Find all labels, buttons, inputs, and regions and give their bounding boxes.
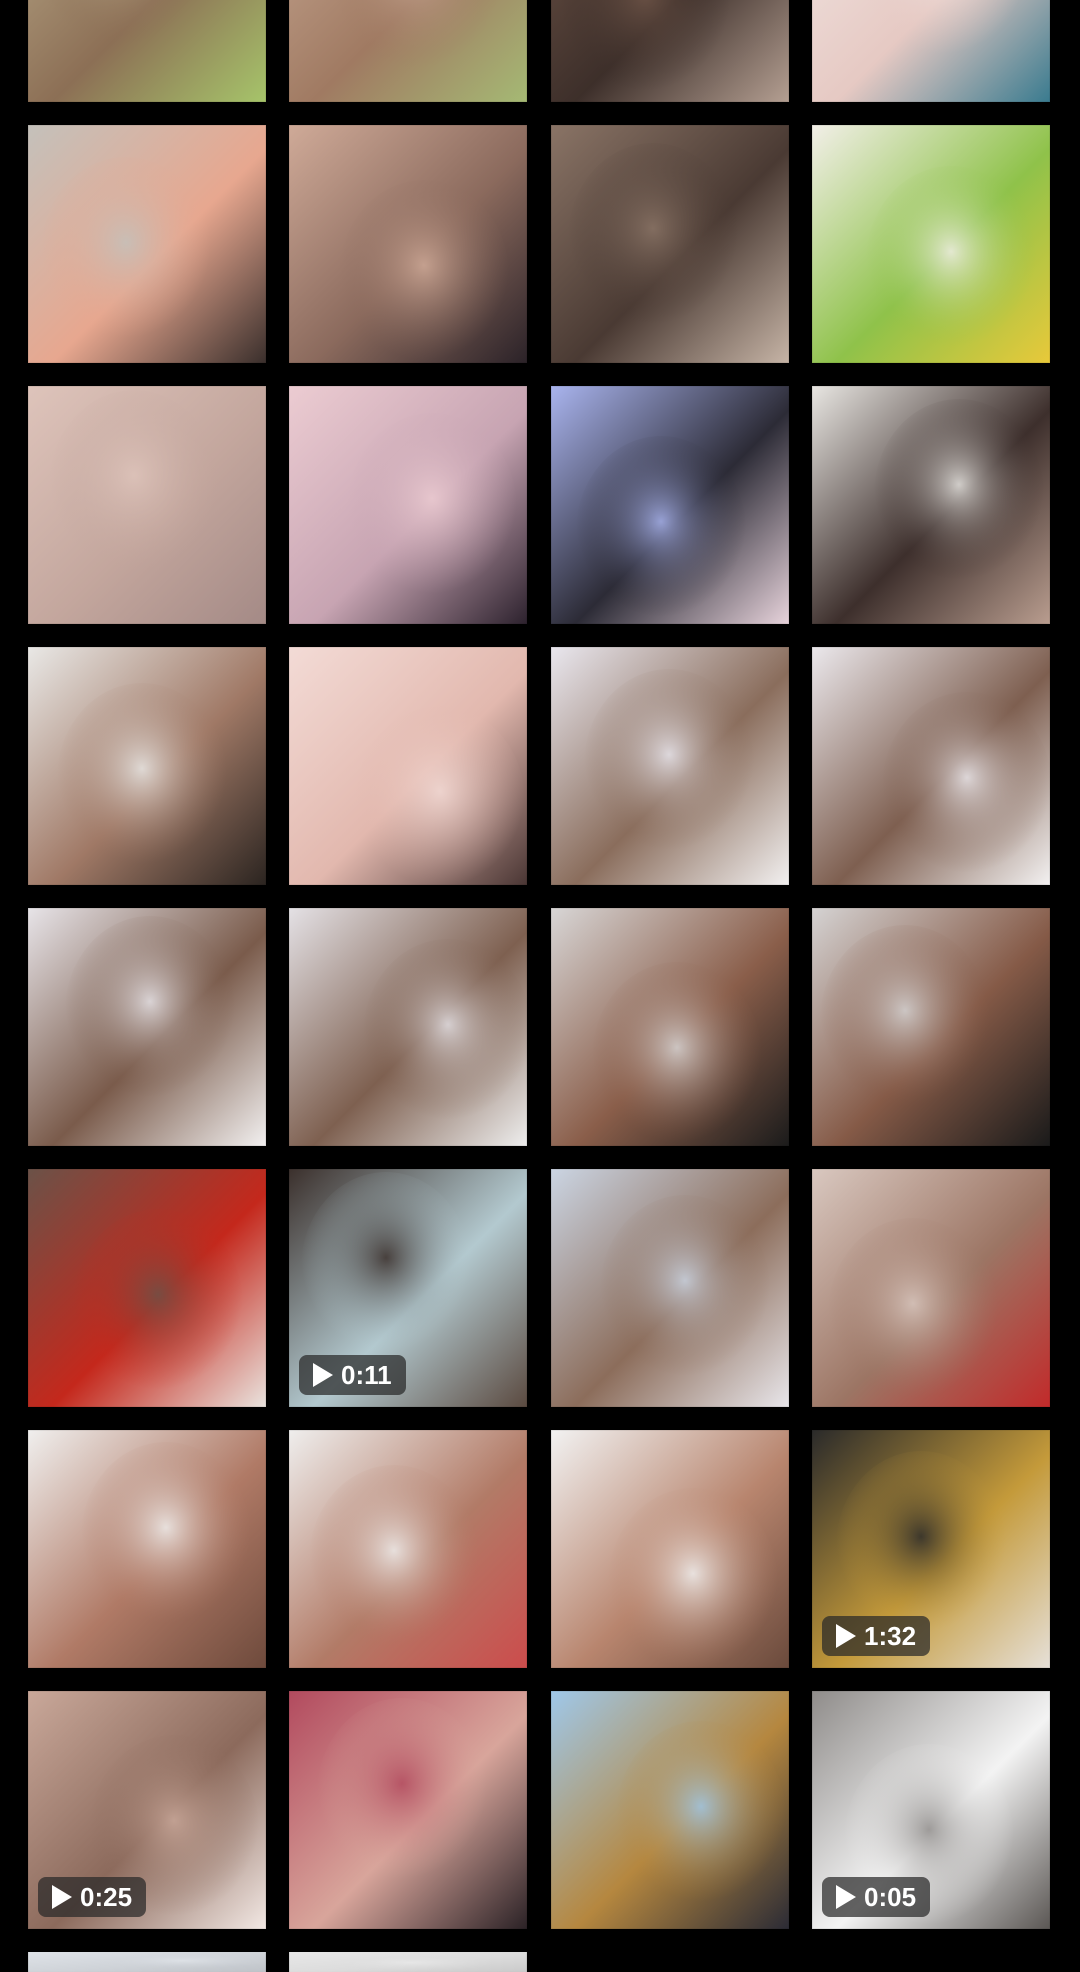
gallery-tile-pair-star-backdrop[interactable] <box>551 647 789 885</box>
play-icon <box>836 1624 856 1648</box>
gallery-tile-partial-tile-2[interactable] <box>289 1952 527 1972</box>
thumbnail-image <box>28 1430 266 1668</box>
thumbnail-image <box>551 1691 789 1929</box>
gallery-tile-close-up-face-dark[interactable] <box>551 0 789 102</box>
thumbnail-image <box>28 125 266 363</box>
thumbnail-image <box>28 1952 266 1972</box>
thumbnail-image <box>289 0 527 102</box>
thumbnail-image <box>289 386 527 624</box>
gallery-tile-pair-silver-curtain[interactable] <box>551 908 789 1146</box>
gallery-tile-girl-under-tin-roof[interactable] <box>28 125 266 363</box>
thumbnail-image <box>812 1169 1050 1407</box>
thumbnail-image <box>812 908 1050 1146</box>
gallery-tile-pair-praying-stars[interactable] <box>812 647 1050 885</box>
thumbnail-image <box>551 1169 789 1407</box>
gallery-tile-hijab-face-tilted-2[interactable] <box>289 1430 527 1668</box>
gallery-tile-camera-mirror-green-wall[interactable] <box>812 125 1050 363</box>
gallery-tile-partial-tile-1[interactable] <box>28 1952 266 1972</box>
gallery-tile-couple-selfie-smile[interactable] <box>812 386 1050 624</box>
gallery-tile-hijab-side-face[interactable] <box>551 1169 789 1407</box>
gallery-tile-helmet-selfie-palm-tree[interactable] <box>551 1691 789 1929</box>
gallery-tile-hijab-smile-tilted[interactable] <box>551 1430 789 1668</box>
video-duration-badge: 0:11 <box>299 1355 406 1395</box>
thumbnail-image <box>28 647 266 885</box>
play-icon <box>52 1885 72 1909</box>
thumbnail-image <box>28 1169 266 1407</box>
gallery-tile-classroom-video[interactable]: 0:11 <box>289 1169 527 1407</box>
thumbnail-image <box>812 125 1050 363</box>
gallery-tile-trio-stars[interactable] <box>289 908 527 1146</box>
thumbnail-image <box>551 908 789 1146</box>
gallery-tile-hijab-face-tilted[interactable] <box>28 1430 266 1668</box>
gallery-tile-girl-long-hair[interactable] <box>289 386 527 624</box>
gallery-tile-hijab-blurry-red[interactable] <box>812 1169 1050 1407</box>
video-duration: 0:11 <box>341 1359 392 1390</box>
thumbnail-image <box>551 0 789 102</box>
video-duration: 1:32 <box>864 1620 917 1651</box>
gallery-tile-blurry-skin-close-up[interactable] <box>28 386 266 624</box>
thumbnail-image <box>28 0 266 102</box>
gallery-tile-pair-stars-2[interactable] <box>28 908 266 1146</box>
thumbnail-image <box>289 125 527 363</box>
gallery-tile-people-sitting-video[interactable]: 1:32 <box>812 1430 1050 1668</box>
play-icon <box>313 1363 333 1387</box>
thumbnail-image <box>551 386 789 624</box>
thumbnail-image <box>289 1430 527 1668</box>
gallery-tile-girl-pout-close-up[interactable] <box>289 647 527 885</box>
thumbnail-image <box>289 908 527 1146</box>
gallery-tile-boy-eyes-close-up-video[interactable]: 0:25 <box>28 1691 266 1929</box>
thumbnail-image <box>551 647 789 885</box>
thumbnail-image <box>28 386 266 624</box>
thumbnail-image <box>289 647 527 885</box>
video-duration: 0:25 <box>80 1881 133 1912</box>
gallery-tile-boy-portrait[interactable] <box>28 647 266 885</box>
play-icon <box>836 1885 856 1909</box>
video-duration-badge: 0:05 <box>822 1877 931 1917</box>
thumbnail-image <box>812 647 1050 885</box>
gallery-tile-white-cat-video[interactable]: 0:05 <box>812 1691 1050 1929</box>
thumbnail-image <box>812 386 1050 624</box>
thumbnail-image <box>289 1952 527 1972</box>
gallery-tile-selfie-green-shirt-2[interactable] <box>289 0 527 102</box>
gallery-tile-girl-with-phone[interactable] <box>28 1169 266 1407</box>
thumbnail-image <box>551 125 789 363</box>
gallery-tile-pair-silver-curtain-2[interactable] <box>812 908 1050 1146</box>
gallery-tile-smiling-blue-hair[interactable] <box>812 0 1050 102</box>
thumbnail-image <box>812 0 1050 102</box>
thumbnail-image <box>551 1430 789 1668</box>
gallery-tile-couple-ferris-wheel[interactable] <box>551 386 789 624</box>
thumbnail-image <box>289 1691 527 1929</box>
video-duration-badge: 0:25 <box>38 1877 147 1917</box>
gallery-tile-forehead-close-up[interactable] <box>551 125 789 363</box>
gallery-tile-selfie-green-shirt[interactable] <box>28 0 266 102</box>
thumbnail-image <box>28 908 266 1146</box>
video-duration: 0:05 <box>864 1881 917 1912</box>
media-gallery-grid: 0:11 1:32 0:25 0:05 <box>0 0 1080 1972</box>
video-duration-badge: 1:32 <box>822 1616 931 1656</box>
gallery-tile-selfie-upside-down[interactable] <box>289 1691 527 1929</box>
gallery-tile-girl-lying-down[interactable] <box>289 125 527 363</box>
